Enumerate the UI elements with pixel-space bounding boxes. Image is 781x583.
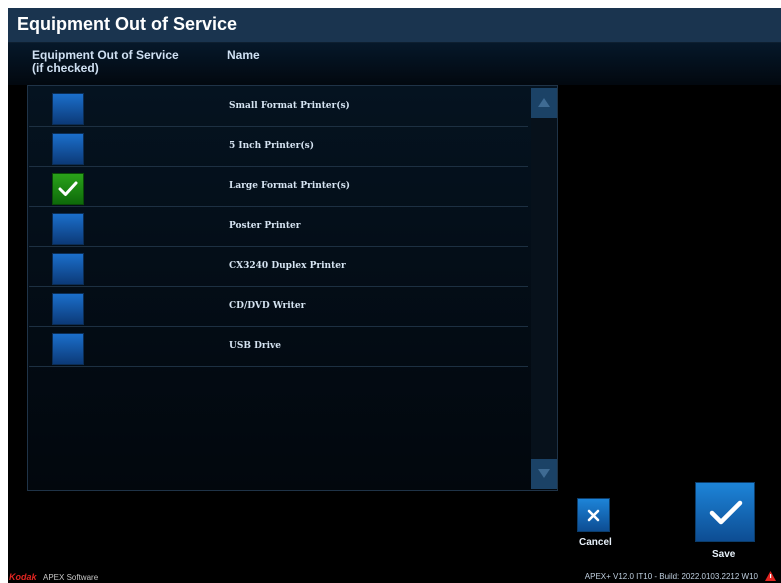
checkmark-icon xyxy=(58,181,78,196)
table-row[interactable]: CD/DVD Writer xyxy=(29,287,528,327)
out-of-service-checkbox[interactable] xyxy=(52,133,84,165)
out-of-service-checkbox[interactable] xyxy=(52,333,84,365)
build-info: APEX+ V12.0 IT10 - Build: 2022.0103.2212… xyxy=(584,572,758,581)
cancel-button[interactable] xyxy=(577,498,610,532)
table-row[interactable]: 5 Inch Printer(s) xyxy=(29,127,528,167)
out-of-service-checkbox[interactable] xyxy=(52,173,84,205)
table-row[interactable]: USB Drive xyxy=(29,327,528,367)
out-of-service-checkbox[interactable] xyxy=(52,93,84,125)
equipment-name: Poster Printer xyxy=(229,221,301,231)
app-window: Equipment Out of Service Equipment Out o… xyxy=(8,8,781,583)
column-header-name: Name xyxy=(227,48,260,62)
scroll-up-button[interactable] xyxy=(531,88,557,118)
close-icon xyxy=(587,509,600,522)
equipment-name: 5 Inch Printer(s) xyxy=(229,141,314,151)
warning-icon[interactable] xyxy=(765,571,776,581)
out-of-service-checkbox[interactable] xyxy=(52,293,84,325)
column-header-checked-line2: (if checked) xyxy=(32,61,99,75)
save-label: Save xyxy=(712,549,736,560)
equipment-name: CD/DVD Writer xyxy=(229,301,306,311)
product-name: APEX Software xyxy=(43,573,99,582)
footer: Kodak APEX Software APEX+ V12.0 IT10 - B… xyxy=(8,571,781,583)
scroll-up-icon xyxy=(538,98,550,107)
save-button[interactable] xyxy=(695,482,755,542)
window-title: Equipment Out of Service xyxy=(17,14,238,34)
scroll-down-button[interactable] xyxy=(531,459,557,489)
table-row[interactable]: Poster Printer xyxy=(29,207,528,247)
scrollbar[interactable] xyxy=(531,88,557,489)
table-row[interactable]: Large Format Printer(s) xyxy=(29,167,528,207)
equipment-list: Small Format Printer(s) 5 Inch Printer(s)… xyxy=(27,85,558,491)
kodak-logo: Kodak xyxy=(9,572,37,582)
table-header: Equipment Out of Service (if checked) Na… xyxy=(8,43,781,85)
checkmark-icon xyxy=(709,500,743,525)
equipment-name: Small Format Printer(s) xyxy=(229,101,350,111)
table-row[interactable]: Small Format Printer(s) xyxy=(29,87,528,127)
table-row[interactable]: CX3240 Duplex Printer xyxy=(29,247,528,287)
column-header-checked: Equipment Out of Service (if checked) xyxy=(32,49,179,75)
equipment-name: Large Format Printer(s) xyxy=(229,181,351,191)
out-of-service-checkbox[interactable] xyxy=(52,213,84,245)
equipment-name: CX3240 Duplex Printer xyxy=(229,261,346,271)
cancel-label: Cancel xyxy=(579,537,612,548)
title-bar: Equipment Out of Service xyxy=(8,8,781,43)
equipment-name: USB Drive xyxy=(229,341,282,351)
out-of-service-checkbox[interactable] xyxy=(52,253,84,285)
scroll-down-icon xyxy=(538,469,550,478)
